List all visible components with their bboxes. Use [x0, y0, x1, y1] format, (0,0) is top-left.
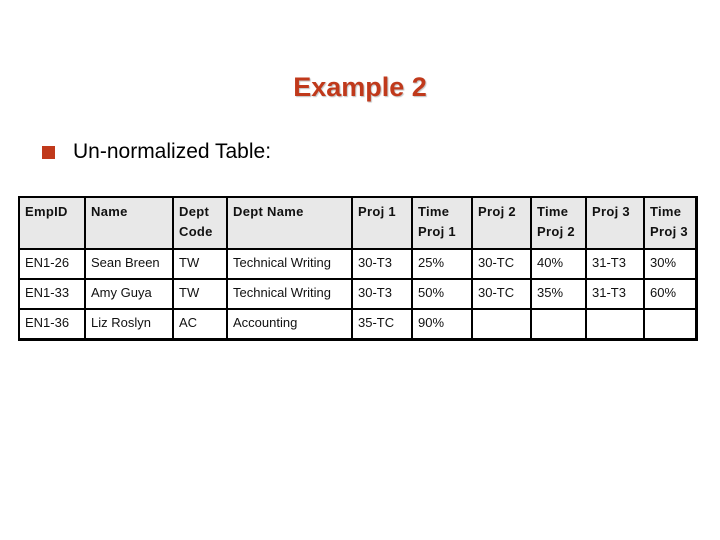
table-row: EN1-33 Amy Guya TW Technical Writing 30-…	[18, 278, 697, 310]
cell-time-proj-3: 30%	[643, 248, 697, 280]
cell-proj-2	[471, 308, 532, 341]
cell-time-proj-1: 50%	[411, 278, 473, 310]
cell-dept-name: Accounting	[226, 308, 353, 341]
cell-dept-name: Technical Writing	[226, 248, 353, 280]
header-time-proj-3: Time Proj 3	[643, 196, 697, 250]
cell-proj-2: 30-TC	[471, 248, 532, 280]
cell-proj-3: 31-T3	[585, 248, 645, 280]
header-proj-3: Proj 3	[585, 196, 645, 250]
bullet-item: Un-normalized Table:	[42, 140, 271, 164]
cell-dept-code: TW	[172, 248, 228, 280]
cell-name: Sean Breen	[84, 248, 174, 280]
cell-time-proj-1: 90%	[411, 308, 473, 341]
header-name: Name	[84, 196, 174, 250]
cell-proj-2: 30-TC	[471, 278, 532, 310]
cell-dept-code: AC	[172, 308, 228, 341]
header-dept-code: Dept Code	[172, 196, 228, 250]
cell-proj-1: 30-T3	[351, 278, 413, 310]
cell-proj-1: 35-TC	[351, 308, 413, 341]
cell-empid: EN1-26	[18, 248, 86, 280]
header-proj-1: Proj 1	[351, 196, 413, 250]
cell-empid: EN1-33	[18, 278, 86, 310]
header-dept-name: Dept Name	[226, 196, 353, 250]
table-header-row: EmpID Name Dept Code Dept Name Proj 1 Ti…	[18, 196, 697, 250]
bullet-text: Un-normalized Table:	[73, 140, 272, 163]
header-empid: EmpID	[18, 196, 86, 250]
cell-name: Amy Guya	[84, 278, 174, 310]
cell-proj-3	[585, 308, 645, 341]
table-row: EN1-26 Sean Breen TW Technical Writing 3…	[18, 248, 697, 280]
cell-dept-name: Technical Writing	[226, 278, 353, 310]
cell-name: Liz Roslyn	[84, 308, 174, 341]
cell-dept-code: TW	[172, 278, 228, 310]
header-time-proj-1: Time Proj 1	[411, 196, 473, 250]
cell-proj-3: 31-T3	[585, 278, 645, 310]
unnormalized-table: EmpID Name Dept Code Dept Name Proj 1 Ti…	[18, 196, 698, 341]
cell-time-proj-2: 40%	[530, 248, 587, 280]
header-proj-2: Proj 2	[471, 196, 532, 250]
table-row: EN1-36 Liz Roslyn AC Accounting 35-TC 90…	[18, 308, 697, 341]
header-time-proj-2: Time Proj 2	[530, 196, 587, 250]
cell-time-proj-3: 60%	[643, 278, 697, 310]
cell-time-proj-3	[643, 308, 697, 341]
cell-time-proj-2	[530, 308, 587, 341]
square-bullet-icon	[42, 145, 55, 159]
slide-title: Example 2	[293, 72, 427, 102]
cell-proj-1: 30-T3	[351, 248, 413, 280]
cell-time-proj-2: 35%	[530, 278, 587, 310]
cell-empid: EN1-36	[18, 308, 86, 341]
cell-time-proj-1: 25%	[411, 248, 473, 280]
